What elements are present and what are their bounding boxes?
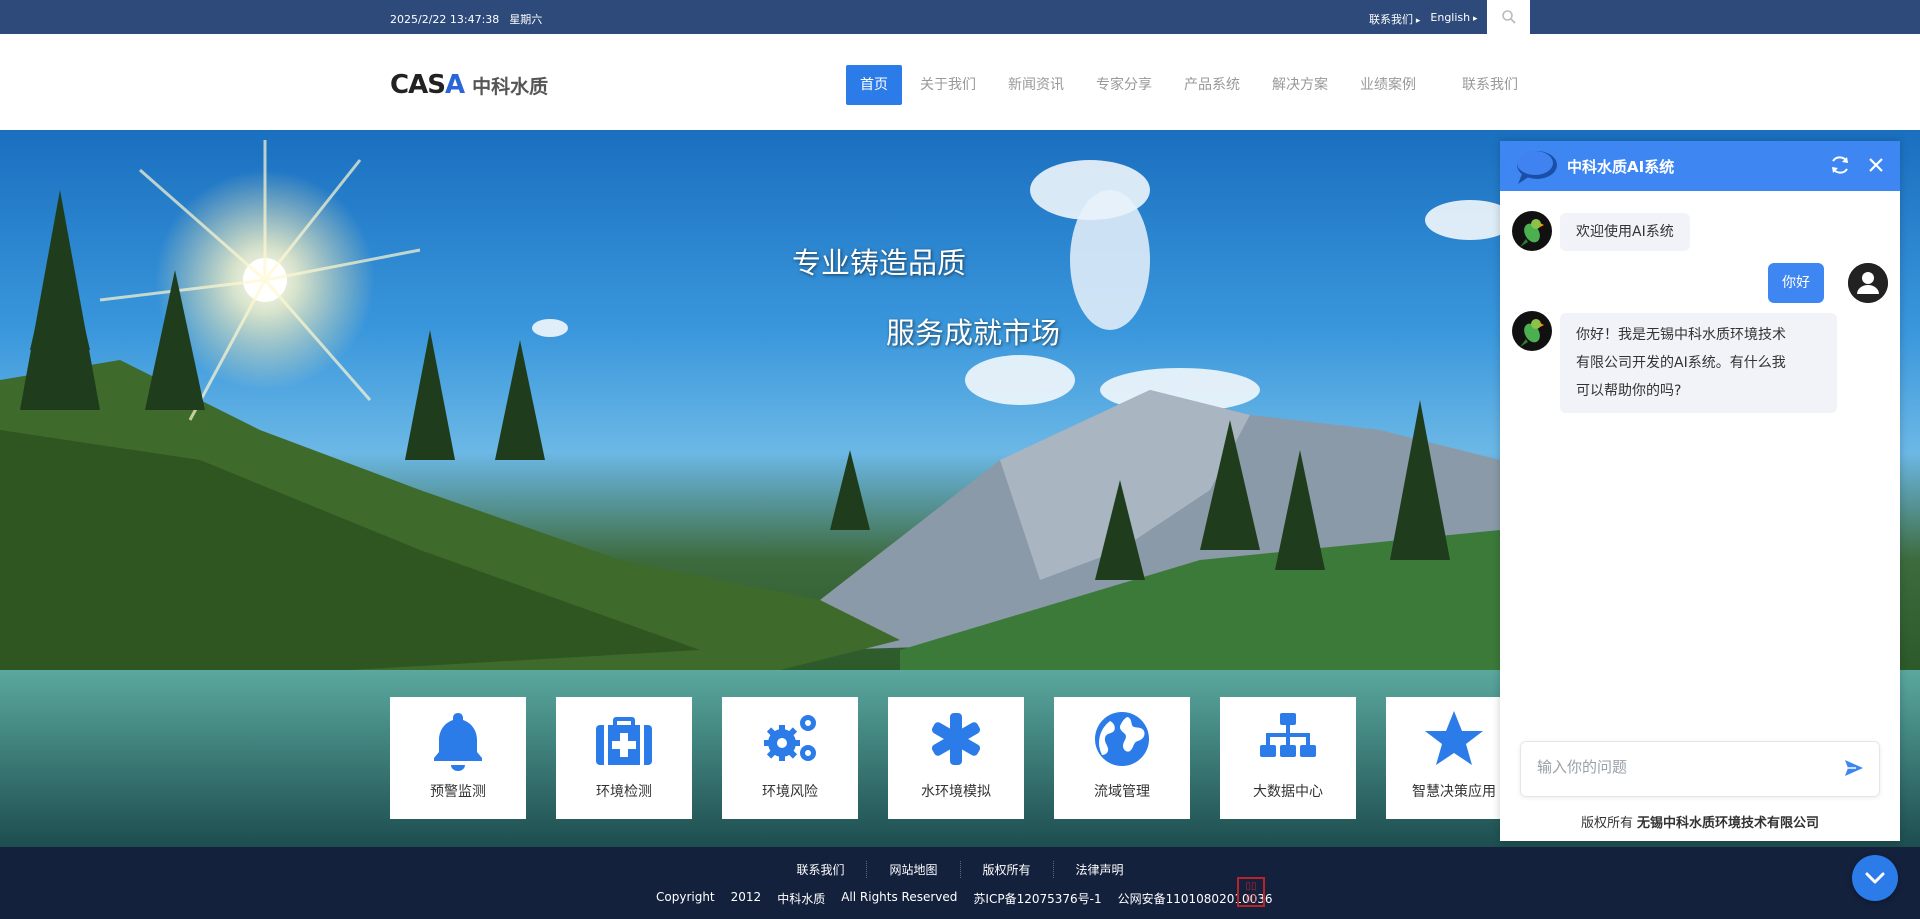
card-label: 环境风险 <box>762 784 818 800</box>
parrot-icon <box>1520 219 1544 247</box>
chat-title: 中科水质AI系统 <box>1567 158 1675 176</box>
card-environment-testing[interactable]: 环境检测 <box>556 697 692 819</box>
copyright-label: Copyright <box>656 890 715 904</box>
card-label: 水环境模拟 <box>921 784 991 800</box>
language-link[interactable]: English <box>1430 11 1477 27</box>
footer-link-legal[interactable]: 法律声明 <box>1052 861 1146 878</box>
main-nav: 首页 关于我们 新闻资讯 专家分享 产品系统 解决方案 业绩案例 联系我们 <box>846 65 1536 105</box>
chat-question-input[interactable] <box>1537 758 1837 776</box>
chat-message-user: 你好 <box>1768 263 1824 303</box>
hero-slogan-1: 专业铸造品质 <box>792 246 967 280</box>
bell-icon <box>434 713 482 771</box>
chat-message-bot-reply: 你好！我是无锡中科水质环境技术 有限公司开发的AI系统。有什么我 可以帮助你的吗… <box>1560 313 1837 413</box>
globe-icon <box>1095 712 1149 766</box>
copyright-year: 2012 <box>730 890 762 904</box>
top-contact-link[interactable]: 联系我们 <box>1369 11 1420 27</box>
logo-latin-pre: CAS <box>390 70 446 100</box>
site-footer: 联系我们 网站地图 版权所有 法律声明 Copyright 2012 中科水质 … <box>0 847 1920 919</box>
nav-home[interactable]: 首页 <box>846 65 902 105</box>
user-avatar <box>1848 263 1888 303</box>
chat-copyright-company: 无锡中科水质环境技术有限公司 <box>1637 816 1820 831</box>
parrot-icon <box>1520 319 1544 347</box>
footer-link-contact[interactable]: 联系我们 <box>774 861 866 878</box>
hero-slogan-2: 服务成就市场 <box>886 316 1061 350</box>
logo-chinese: 中科水质 <box>472 75 549 98</box>
icp-link[interactable]: 苏ICP备12075376号-1 <box>973 890 1101 907</box>
nav-about[interactable]: 关于我们 <box>906 65 990 105</box>
search-button[interactable] <box>1487 0 1530 34</box>
nav-products[interactable]: 产品系统 <box>1170 65 1254 105</box>
gears-icon <box>764 715 816 761</box>
chevron-down-icon <box>1865 872 1885 884</box>
nav-experts[interactable]: 专家分享 <box>1082 65 1166 105</box>
copyright-rights: All Rights Reserved <box>841 890 958 904</box>
refresh-icon[interactable] <box>1829 154 1851 176</box>
top-links: 联系我们 English <box>1369 11 1478 27</box>
reply-line-1: 你好！我是无锡中科水质环境技术 <box>1576 327 1786 343</box>
send-icon[interactable] <box>1844 759 1864 777</box>
card-label: 环境检测 <box>596 784 652 800</box>
user-icon <box>1848 263 1888 303</box>
current-datetime: 2025/2/22 13:47:38 星期六 <box>390 11 542 27</box>
footer-links: 联系我们 网站地图 版权所有 法律声明 <box>0 861 1920 878</box>
reply-line-2: 有限公司开发的AI系统。有什么我 <box>1576 355 1786 371</box>
logo-latin: CASA <box>390 70 465 100</box>
asterisk-icon <box>931 713 981 765</box>
chat-header: 中科水质AI系统 <box>1500 141 1900 191</box>
copyright-line: Copyright 2012 中科水质 All Rights Reserved … <box>656 890 1273 907</box>
bot-avatar <box>1512 311 1552 351</box>
star-icon <box>1425 711 1483 765</box>
reply-line-3: 可以帮助你的吗? <box>1576 383 1682 399</box>
chat-input-box <box>1520 741 1880 797</box>
medkit-icon <box>596 717 652 765</box>
service-cards: 预警监测 环境检测 环境风险 水环境模拟 流域管理 大数据中心 智慧决策应用 <box>390 697 1522 819</box>
nav-cases[interactable]: 业绩案例 <box>1346 65 1430 105</box>
top-bar: 2025/2/22 13:47:38 星期六 联系我们 English <box>0 0 1920 34</box>
site-logo[interactable]: CASA 中科水质 <box>390 70 548 100</box>
footer-link-sitemap[interactable]: 网站地图 <box>866 861 959 878</box>
chat-bubble-icon <box>1517 151 1557 184</box>
card-environment-risk[interactable]: 环境风险 <box>722 697 858 819</box>
logo-latin-accent: A <box>444 70 465 100</box>
card-basin-management[interactable]: 流域管理 <box>1054 697 1190 819</box>
date-text: 2025/2/22 13:47:38 <box>390 13 500 26</box>
scroll-down-button[interactable] <box>1852 855 1898 901</box>
nav-contact[interactable]: 联系我们 <box>1448 65 1532 105</box>
chat-copyright: 版权所有 无锡中科水质环境技术有限公司 <box>1500 812 1900 831</box>
card-label: 预警监测 <box>430 784 486 800</box>
nav-solutions[interactable]: 解决方案 <box>1258 65 1342 105</box>
site-header: CASA 中科水质 首页 关于我们 新闻资讯 专家分享 产品系统 解决方案 业绩… <box>0 34 1920 130</box>
ai-chat-panel: 中科水质AI系统 欢迎使用AI系统 你好 你好！我是无锡中科水质环境技术 有限公… <box>1500 141 1900 841</box>
nav-news[interactable]: 新闻资讯 <box>994 65 1078 105</box>
chat-copyright-prefix: 版权所有 <box>1580 816 1633 831</box>
card-label: 大数据中心 <box>1253 784 1323 800</box>
card-water-simulation[interactable]: 水环境模拟 <box>888 697 1024 819</box>
search-icon <box>1501 10 1516 24</box>
chat-message-bot: 欢迎使用AI系统 <box>1560 213 1690 251</box>
bot-avatar <box>1512 211 1552 251</box>
copyright-brand: 中科水质 <box>777 892 826 906</box>
card-warning-monitoring[interactable]: 预警监测 <box>390 697 526 819</box>
card-label: 流域管理 <box>1094 784 1150 800</box>
sitemap-icon <box>1260 713 1316 757</box>
card-label: 智慧决策应用 <box>1412 784 1496 800</box>
footer-link-copyright[interactable]: 版权所有 <box>959 861 1053 878</box>
weekday-text: 星期六 <box>509 13 543 26</box>
verification-seal-icon[interactable]: ▯▯ ▯▯ <box>1237 877 1265 907</box>
close-icon[interactable] <box>1865 154 1887 176</box>
card-big-data-center[interactable]: 大数据中心 <box>1220 697 1356 819</box>
